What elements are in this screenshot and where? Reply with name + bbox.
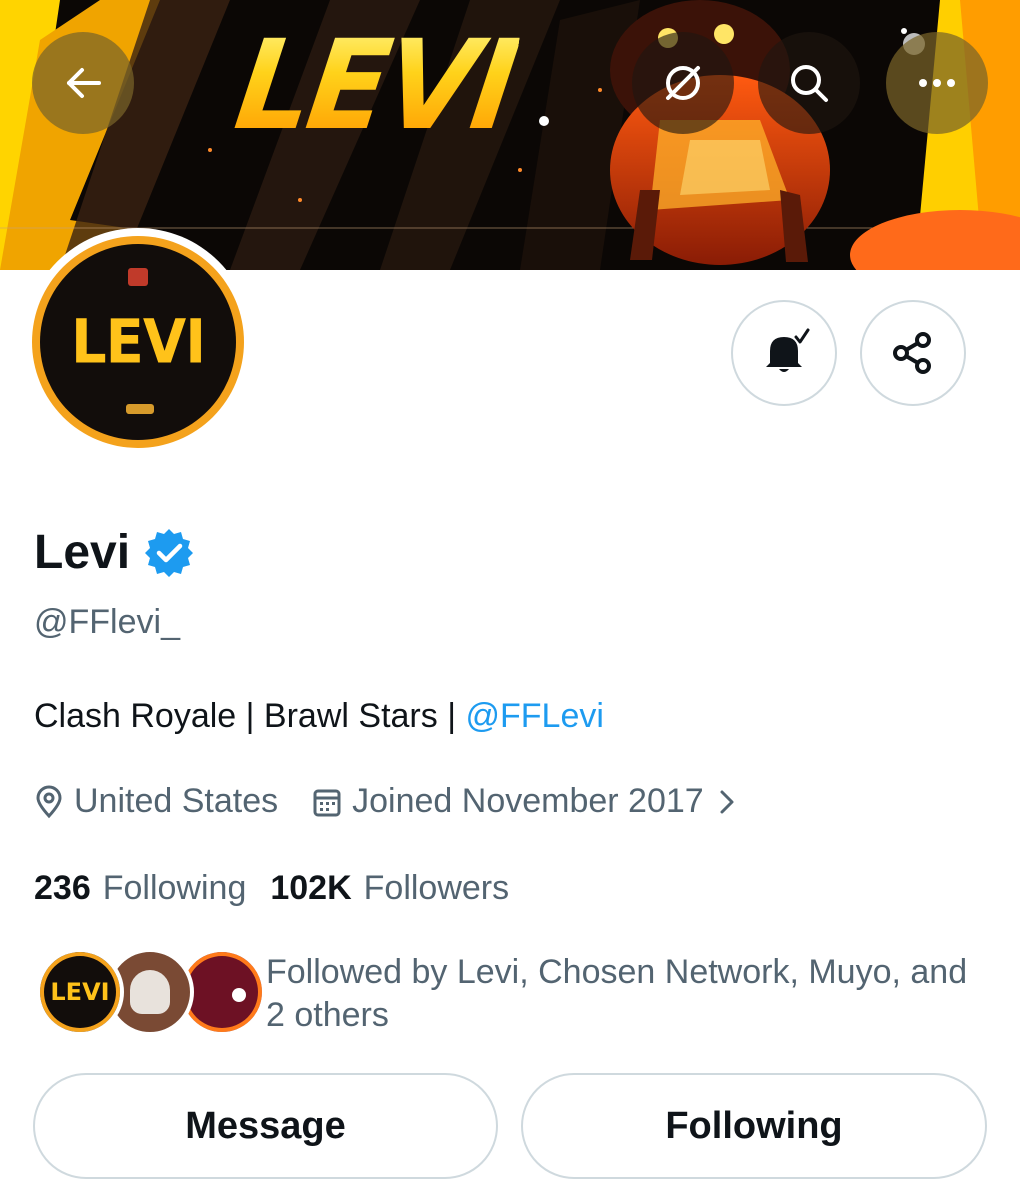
- skull-icon: [130, 970, 170, 1014]
- following-stat[interactable]: 236 Following: [34, 869, 246, 908]
- share-button[interactable]: [860, 300, 966, 406]
- display-name: Levi: [34, 526, 131, 579]
- search-button[interactable]: [758, 32, 860, 134]
- notifications-button[interactable]: [731, 300, 837, 406]
- profile-avatar[interactable]: LEVI: [24, 228, 252, 456]
- followed-avatar-text: LEVI: [50, 978, 110, 1006]
- avatar-logo-text: LEVI: [70, 306, 206, 378]
- location-pin-icon: [36, 785, 62, 818]
- followers-label: Followers: [363, 869, 510, 907]
- share-icon: [893, 332, 931, 374]
- avatar-ring: LEVI: [32, 236, 244, 448]
- followers-count: 102K: [270, 869, 352, 907]
- banner-title: LEVI: [227, 12, 524, 158]
- following-count: 236: [34, 869, 91, 907]
- profile-bio: Clash Royale | Brawl Stars | @FFLevi: [34, 697, 604, 736]
- profile-meta: United States Joined November 2017: [34, 782, 746, 821]
- back-button[interactable]: [32, 32, 134, 134]
- followed-by-avatars[interactable]: LEVI: [36, 948, 266, 1038]
- arrow-left-icon: [67, 68, 101, 98]
- follow-stats: 236 Following 102K Followers: [34, 869, 509, 908]
- verified-badge-icon[interactable]: [144, 528, 194, 578]
- avatar-image: LEVI: [40, 244, 236, 440]
- location: United States: [34, 782, 278, 821]
- followed-by-text[interactable]: Followed by Levi, Chosen Network, Muyo, …: [266, 951, 986, 1037]
- avatar: LEVI: [36, 948, 124, 1036]
- avatar-dot: [232, 988, 246, 1002]
- avatar-top-emblem: [128, 268, 148, 286]
- bio-text: Clash Royale | Brawl Stars |: [34, 697, 466, 735]
- location-text: United States: [74, 782, 279, 820]
- following-button[interactable]: Following: [521, 1073, 987, 1179]
- calendar-icon: [313, 789, 341, 816]
- message-button[interactable]: Message: [33, 1073, 498, 1179]
- chevron-right-icon: [720, 790, 734, 813]
- following-label: Following: [102, 869, 247, 907]
- profile-name-row: Levi: [34, 528, 194, 578]
- username-handle: @FFlevi_: [34, 603, 180, 641]
- followers-stat[interactable]: 102K Followers: [270, 869, 509, 908]
- bell-check-icon: [766, 328, 810, 372]
- more-horizontal-icon: [919, 79, 955, 87]
- more-options-button[interactable]: [886, 32, 988, 134]
- bio-mention-link[interactable]: @FFLevi: [465, 697, 603, 735]
- translate-button[interactable]: [632, 32, 734, 134]
- search-icon: [791, 65, 828, 102]
- join-date[interactable]: Joined November 2017: [312, 782, 746, 821]
- avatar-bottom-emblem: [126, 404, 154, 414]
- join-date-text: Joined November 2017: [352, 782, 704, 820]
- globe-off-icon: [666, 66, 700, 100]
